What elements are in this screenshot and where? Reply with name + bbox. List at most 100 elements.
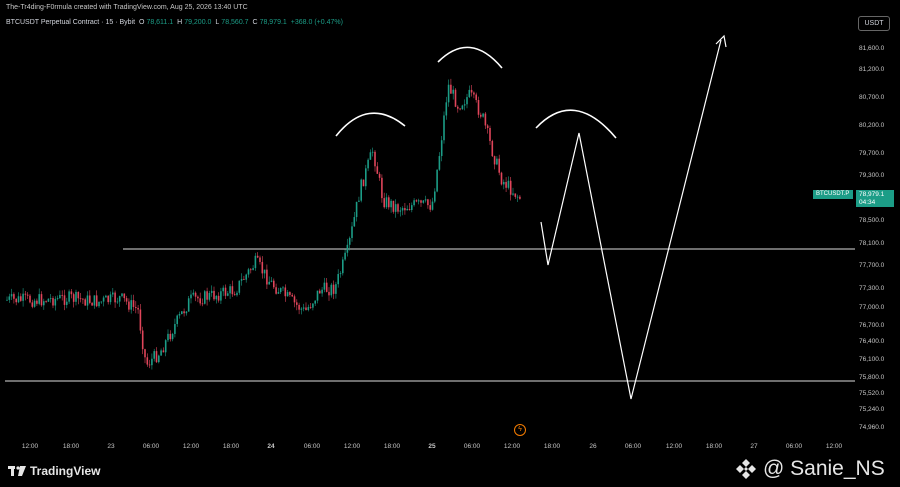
candle-body bbox=[181, 311, 183, 315]
candle-body bbox=[105, 295, 107, 298]
candle-body bbox=[112, 292, 114, 295]
price-axis[interactable]: 81,600.0 81,200.0 80,700.0 80,200.0 79,700.0… bbox=[855, 0, 900, 453]
symbol-price-tag: BTCUSDT.P bbox=[813, 190, 853, 199]
candle-body bbox=[238, 280, 241, 293]
candle-body bbox=[208, 292, 211, 300]
candle-body bbox=[204, 291, 206, 304]
price-tick: 78,500.0 bbox=[859, 217, 885, 224]
price-tick: 80,200.0 bbox=[859, 122, 885, 129]
time-axis[interactable]: 12:00 18:00 23 06:00 12:00 18:00 24 06:00 12:00 1… bbox=[0, 440, 855, 454]
candle-body bbox=[286, 292, 289, 297]
candle-body bbox=[162, 350, 165, 353]
candle-body bbox=[367, 159, 369, 169]
candle-body bbox=[86, 295, 89, 306]
candle-body bbox=[312, 303, 314, 308]
candle-body bbox=[107, 295, 109, 303]
candle-body bbox=[151, 358, 153, 366]
candle-body bbox=[222, 287, 224, 292]
candle-body bbox=[491, 140, 494, 157]
lightning-icon[interactable]: ϟ bbox=[514, 424, 526, 436]
left-shoulder-arc bbox=[335, 112, 406, 137]
candle-body bbox=[49, 298, 52, 299]
projection-path bbox=[540, 39, 722, 400]
candle-body bbox=[484, 113, 487, 126]
time-tick: 12:00 bbox=[343, 443, 361, 450]
candle-body bbox=[20, 296, 22, 301]
candle-body bbox=[102, 297, 105, 302]
tradingview-logo[interactable]: TradingView bbox=[8, 464, 100, 478]
candle-body bbox=[514, 193, 517, 197]
chart-area[interactable]: The-Tr4ding-F0rmula created with Trading… bbox=[0, 0, 900, 487]
candle-body bbox=[482, 113, 484, 117]
candle-body bbox=[231, 286, 234, 295]
candle-body bbox=[438, 156, 441, 170]
candle-body bbox=[500, 172, 503, 185]
candle-body bbox=[305, 307, 307, 310]
candle-body bbox=[325, 282, 328, 292]
candle-body bbox=[461, 105, 464, 110]
candle-body bbox=[480, 114, 482, 117]
candle-body bbox=[63, 295, 66, 305]
candle-body bbox=[45, 301, 47, 302]
candle-body bbox=[415, 200, 418, 202]
candle-body bbox=[176, 315, 178, 325]
footer: TradingView @ Sanie_NS bbox=[0, 455, 900, 487]
candle-body bbox=[489, 127, 491, 141]
time-tick: 27 bbox=[750, 443, 758, 450]
candle-body bbox=[459, 108, 461, 110]
candle-body bbox=[98, 301, 100, 307]
candle-body bbox=[109, 294, 112, 303]
candle-body bbox=[206, 291, 208, 300]
current-price-label: 78,979.1 04:34 bbox=[856, 190, 894, 207]
candle-body bbox=[342, 259, 344, 274]
candle-body bbox=[381, 177, 383, 199]
candle-body bbox=[401, 208, 404, 211]
candle-body bbox=[194, 292, 197, 297]
time-tick: 24 bbox=[267, 443, 275, 450]
candle-body bbox=[13, 294, 15, 299]
candle-body bbox=[26, 294, 29, 296]
candle-body bbox=[29, 295, 31, 303]
candle-body bbox=[245, 274, 247, 280]
right-shoulder-arc bbox=[535, 109, 617, 139]
candle-body bbox=[346, 244, 349, 253]
candle-body bbox=[353, 217, 356, 227]
price-tick: 75,800.0 bbox=[859, 374, 885, 381]
candle-body bbox=[190, 294, 192, 299]
candle-body bbox=[40, 294, 43, 306]
candlestick-plot[interactable] bbox=[0, 0, 855, 440]
candle-body bbox=[473, 92, 475, 95]
price-tick: 75,240.0 bbox=[859, 406, 885, 413]
candle-body bbox=[277, 292, 280, 294]
candle-body bbox=[236, 292, 238, 296]
candle-body bbox=[385, 197, 388, 208]
candle-body bbox=[450, 84, 452, 94]
candle-body bbox=[243, 279, 245, 280]
candle-body bbox=[59, 294, 61, 299]
candle-body bbox=[210, 290, 213, 293]
candle-body bbox=[293, 296, 296, 303]
candle-body bbox=[507, 180, 510, 188]
candle-body bbox=[431, 201, 434, 210]
price-tick: 77,000.0 bbox=[859, 304, 885, 311]
candle-body bbox=[130, 300, 132, 310]
candle-body bbox=[417, 200, 420, 202]
candle-body bbox=[160, 350, 162, 356]
candle-body bbox=[261, 261, 264, 274]
time-tick: 18:00 bbox=[705, 443, 723, 450]
candle-body bbox=[424, 199, 427, 201]
candle-body bbox=[233, 294, 236, 296]
candle-body bbox=[139, 309, 142, 331]
time-tick: 06:00 bbox=[303, 443, 321, 450]
candle-body bbox=[316, 290, 319, 301]
candle-body bbox=[411, 205, 413, 210]
time-tick: 18:00 bbox=[543, 443, 561, 450]
candle-body bbox=[169, 333, 172, 340]
candle-body bbox=[141, 330, 144, 350]
time-tick: 18:00 bbox=[222, 443, 240, 450]
candle-body bbox=[369, 152, 372, 160]
candle-body bbox=[463, 104, 466, 106]
candle-body bbox=[10, 294, 13, 297]
candle-body bbox=[445, 102, 448, 116]
candle-body bbox=[300, 308, 303, 310]
